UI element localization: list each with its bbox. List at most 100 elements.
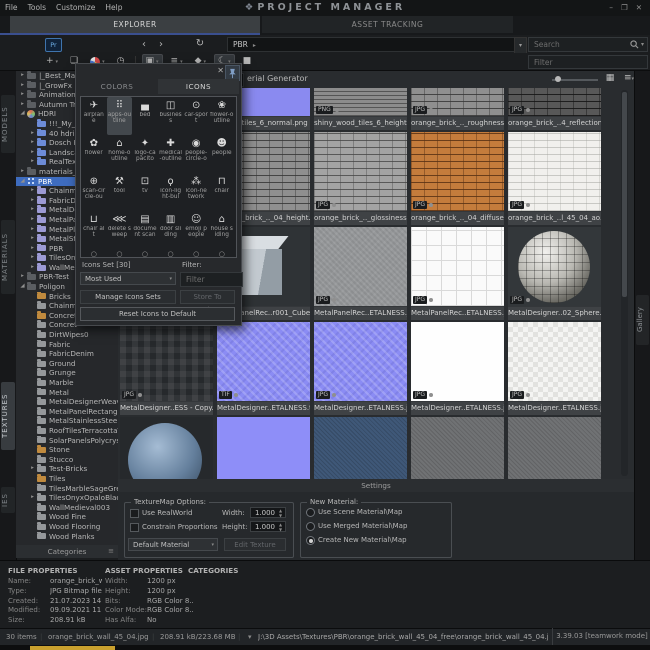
collapsed-arrow-icon[interactable]: ▸ — [28, 186, 37, 196]
categories-footer-bar[interactable]: Categories ≡ — [16, 545, 118, 558]
collapsed-arrow-icon[interactable]: ▸ — [28, 205, 37, 215]
collapsed-arrow-icon[interactable]: ▸ — [28, 157, 37, 167]
tree-item[interactable]: MetalStainlessSteelE — [16, 416, 118, 426]
refresh-icon[interactable]: ↻ — [193, 36, 207, 51]
close-icon[interactable]: ✕ — [217, 66, 224, 75]
tree-item[interactable]: SolarPanelsPolycryst — [16, 435, 118, 446]
collapsed-arrow-icon[interactable]: ▸ — [28, 253, 37, 263]
status-path[interactable]: J:\3D Assets\Textures\PBR\orange_brick_w… — [258, 629, 548, 646]
tree-item[interactable]: Ground — [16, 358, 118, 369]
tab-icons[interactable]: ICONS — [158, 79, 239, 94]
picker-icon-partial[interactable]: ○ — [158, 249, 184, 257]
tree-item[interactable]: Metal — [16, 387, 118, 398]
thumbnail-cell[interactable]: JPG MetalPanelRec..ETALNESS.jpg — [411, 227, 504, 320]
new-material-radio-2[interactable] — [306, 536, 315, 545]
sidebar-tab-models[interactable]: MODELS — [1, 95, 15, 153]
settings-splitter-bar[interactable]: Settings — [118, 479, 634, 492]
thumbnail-cell[interactable]: JPG orange_brick_.._glossiness.jpg — [314, 132, 407, 225]
tree-item[interactable]: Wood Fine — [16, 512, 118, 522]
tree-item[interactable]: Marble — [16, 378, 118, 388]
collapsed-arrow-icon[interactable]: ▸ — [18, 81, 27, 91]
thumbnail-cell[interactable] — [508, 417, 601, 479]
expanded-arrow-icon[interactable]: ◢ — [18, 109, 27, 119]
thumbnail-cell[interactable]: JPG MetalDesigner..ESS - Copy.jpg — [120, 322, 213, 415]
collapsed-arrow-icon[interactable]: ▸ — [18, 71, 27, 81]
width-stepper-arrows-icon[interactable]: ▲ ▼ — [277, 508, 284, 518]
thumbnail-cell[interactable] — [314, 417, 407, 479]
tree-item[interactable]: WallMedieval003 — [16, 502, 118, 513]
tree-item[interactable]: Stone — [16, 445, 118, 455]
picker-icon-tv[interactable]: ⊡ tv — [132, 173, 158, 211]
tab-colors[interactable]: COLORS — [76, 79, 158, 94]
filter-input[interactable] — [532, 56, 644, 68]
picker-icon-flower-outline[interactable]: ❀ flower-outline — [209, 97, 235, 135]
collapsed-arrow-icon[interactable]: ▸ — [28, 244, 37, 254]
collapsed-arrow-icon[interactable]: ▸ — [28, 215, 37, 225]
picker-icon-medical-outline[interactable]: ✚ medical-outline — [158, 135, 184, 173]
gallery-side-tab[interactable]: Gallery — [636, 295, 649, 345]
collapsed-arrow-icon[interactable]: ▸ — [28, 129, 37, 139]
picker-icon-tool[interactable]: ⚒ tool — [107, 173, 133, 211]
thumbnail-cell[interactable]: JPG MetalDesigner..02_Sphere.jpg — [508, 227, 601, 320]
icons-set-dropdown[interactable]: Most Used ▾ — [80, 272, 176, 285]
tree-item[interactable]: MetalPanelRectang — [16, 406, 118, 417]
gallery-scrollbar-thumb[interactable] — [622, 92, 627, 297]
sidebar-tab-materials[interactable]: MATERIALS — [1, 220, 15, 294]
tree-item[interactable]: Tiles — [16, 473, 118, 484]
picker-icon-people-circle-ou[interactable]: ◉people-circle-ou — [183, 135, 209, 173]
picker-icon-chair-alt[interactable]: ⊔ chair alt — [81, 211, 107, 249]
picker-icon-delete-sweep[interactable]: ⋘ delete sweep — [107, 211, 133, 249]
height-stepper[interactable]: 1.000 ▲ ▼ — [250, 521, 286, 532]
tree-item[interactable]: Fabric — [16, 339, 118, 350]
icons-filter-input[interactable] — [184, 274, 239, 285]
picker-icon-house-siding[interactable]: ⌂ house siding — [209, 211, 235, 249]
tree-item[interactable]: MetalDesignerWeav — [16, 397, 118, 407]
app-badge[interactable]: Pr — [45, 38, 62, 52]
collapsed-arrow-icon[interactable]: ▸ — [18, 272, 27, 282]
tree-item[interactable]: Wood Planks — [16, 531, 118, 542]
new-material-radio-0[interactable] — [306, 508, 315, 517]
height-stepper-arrows-icon[interactable]: ▲ ▼ — [277, 522, 284, 532]
categories-menu-icon[interactable]: ≡ — [108, 545, 114, 558]
picker-icon-chair[interactable]: ⊓ chair — [209, 173, 235, 211]
tree-item[interactable]: RoofTilesTerracottaT — [16, 425, 118, 436]
tree-item[interactable]: ▸ TilesOnyxOpaloBlack — [16, 493, 118, 503]
thumbnail-cell[interactable]: TIF MetalDesigner..ETALNESS.tif — [217, 322, 310, 415]
thumbnail-cell[interactable]: JPG orange_brick_..l_45_04_ao.jpg — [508, 132, 601, 225]
thumbnail-cell[interactable] — [217, 417, 310, 479]
picker-icon-document-scan[interactable]: ▤ document scan — [132, 211, 158, 249]
picker-icon-emoji-people[interactable]: ☺ emoji people — [183, 211, 209, 249]
thumbnail-size-slider-handle[interactable] — [555, 76, 561, 82]
picker-icon-logo-capacito[interactable]: ✦ logo-capacito — [132, 135, 158, 173]
tree-item[interactable]: Wood Flooring — [16, 521, 118, 532]
thumbnail-cell[interactable]: JPG MetalDesigner..ETALNESS.jpg — [411, 322, 504, 415]
breadcrumb-dropdown-button[interactable]: ▾ — [514, 37, 527, 54]
thumbnail-cell[interactable]: JPG MetalPanelRec..ETALNESS.jpg — [314, 227, 407, 320]
use-realworld-checkbox[interactable] — [130, 509, 139, 518]
tab-explorer[interactable]: EXPLORER — [10, 16, 260, 33]
thumbnail-cell[interactable]: PNG shiny_wood_tiles_6_height.png — [314, 88, 407, 130]
material-type-dropdown[interactable]: Default Material ▾ — [128, 538, 218, 551]
tree-item[interactable]: DirtWipes0 — [16, 330, 118, 340]
collapsed-arrow-icon[interactable]: ▸ — [28, 225, 37, 235]
sidebar-tab-ies[interactable]: IES — [1, 487, 15, 513]
status-path-caret-icon[interactable]: ▾ — [248, 629, 252, 646]
thumbnail-cell[interactable]: JPG MetalDesigner..ETALNESS.jpg — [314, 322, 407, 415]
maximize-icon[interactable]: ❐ — [621, 3, 628, 12]
picker-icon-icon-light-bul[interactable]: ϙ icon-light-bul — [158, 173, 184, 211]
thumbnail-cell[interactable]: JPG orange_brick_.._04_diffuse.jpg — [411, 132, 504, 225]
collapsed-arrow-icon[interactable]: ▸ — [18, 167, 27, 177]
picker-icon-scan-circle-ou[interactable]: ⊕ scan-circle-ou — [81, 173, 107, 211]
thumbnail-cell[interactable] — [120, 417, 213, 479]
collapsed-arrow-icon[interactable]: ▸ — [28, 196, 37, 206]
thumbnail-cell[interactable]: JPG orange_brick_..4_reflection.jpg — [508, 88, 601, 130]
picker-icon-home-outline[interactable]: ⌂ home-outline — [107, 135, 133, 173]
store-to-database-button[interactable]: Store To Database — [180, 290, 235, 314]
thumbnail-view-icon[interactable]: ▦ — [603, 72, 617, 85]
picker-icon-airplane[interactable]: ✈ airplane — [81, 97, 107, 135]
expanded-arrow-icon[interactable]: ◢ — [18, 282, 27, 292]
collapsed-arrow-icon[interactable]: ▸ — [28, 464, 37, 474]
search-icon[interactable] — [630, 40, 639, 49]
picker-icon-people[interactable]: ☻ people — [209, 135, 235, 173]
add-button[interactable]: + ▾ — [42, 54, 62, 70]
